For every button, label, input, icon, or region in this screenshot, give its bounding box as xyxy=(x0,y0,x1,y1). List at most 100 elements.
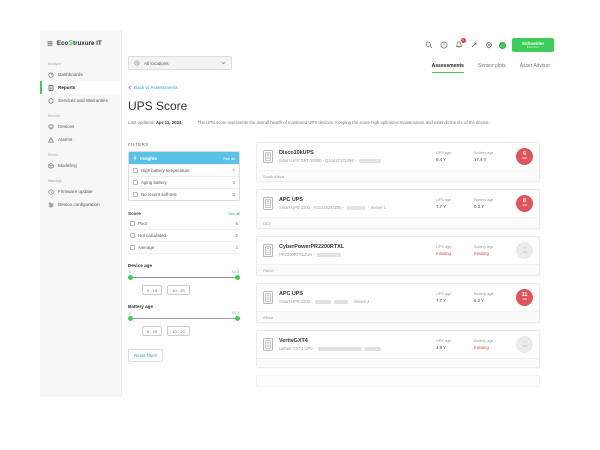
notification-badge: 4 xyxy=(461,38,466,43)
checkbox[interactable] xyxy=(130,245,135,250)
checkbox[interactable] xyxy=(130,233,135,238)
sidebar-item-label: Devices xyxy=(58,124,74,129)
ups-card[interactable]: VertivGXT4 Liebert GXT4 UPS - UPS age xyxy=(256,330,540,368)
ups-age: UPS age 9.4 Y xyxy=(436,151,468,162)
notifications-icon[interactable]: 4 xyxy=(454,41,463,50)
ups-card[interactable]: Disco10kUPS Smart-UPS SRT 10000 - QS1447… xyxy=(256,142,540,182)
filter-count: 3 xyxy=(233,180,235,185)
device-name: APC UPS xyxy=(279,197,430,203)
checkbox[interactable] xyxy=(133,192,138,197)
redacted-text xyxy=(365,347,381,351)
ups-age: UPS age missing xyxy=(436,245,468,256)
ups-device-icon xyxy=(263,150,273,163)
share-icon[interactable] xyxy=(469,41,478,50)
ups-device-icon xyxy=(263,338,273,351)
search-icon[interactable] xyxy=(424,41,433,50)
device-age-filter: Device age 0 54.3 0 - 10 10 xyxy=(128,263,240,295)
filter-high-battery-temperature[interactable]: High battery temperature 7 xyxy=(129,164,239,176)
ups-card[interactable]: APC UPS Smart-UPS 2200 - AS1435243260 - … xyxy=(256,189,540,229)
insight-bolt-icon xyxy=(133,155,137,161)
sidebar-item-dashboards[interactable]: Dashboards xyxy=(40,68,121,81)
menu-icon[interactable] xyxy=(47,41,53,47)
sliders-icon xyxy=(48,202,54,208)
battery-age-preset-0-10[interactable]: 0 - 10 xyxy=(142,326,162,336)
app-window: EcoStruxure IT Analyze Dashboards Report… xyxy=(40,30,560,397)
sidebar-item-label: Firmware update xyxy=(58,189,92,194)
battery-age: Battery age 5.2 Y xyxy=(474,292,506,303)
ups-device-icon xyxy=(263,244,273,257)
chevron-down-icon xyxy=(221,61,226,65)
redacted-text xyxy=(317,253,341,257)
location-selector-value: All locations xyxy=(144,61,169,66)
checkbox[interactable] xyxy=(133,168,138,173)
schneider-electric-logo: Schneider Electric xyxy=(512,38,554,52)
tab-asset-advisor[interactable]: Asset Advisor xyxy=(520,63,550,73)
back-link[interactable]: Back to Assessments xyxy=(128,85,178,90)
device-details: Smart-UPS SRT 10000 - QS1447172496 - xyxy=(279,158,430,163)
filter-score-average[interactable]: Average 2 xyxy=(128,242,240,254)
location-selector[interactable]: All locations xyxy=(128,56,232,70)
score-filter-header: Score See all xyxy=(128,211,240,216)
sidebar-item-alarms[interactable]: Alarms xyxy=(40,133,121,146)
sidebar-item-modeling[interactable]: Modeling xyxy=(40,159,121,172)
checkbox[interactable] xyxy=(130,221,135,226)
settings-gear-icon[interactable] xyxy=(484,41,493,50)
device-age-preset-10-20[interactable]: 10 - 20 xyxy=(167,285,189,295)
filter-score-poor[interactable]: Poor 6 xyxy=(128,218,240,230)
tab-assessments[interactable]: Assessments xyxy=(432,63,464,73)
filter-no-recent-self-test[interactable]: No recent self-test 2 xyxy=(129,188,239,200)
dashboard-icon xyxy=(48,72,54,78)
ups-age: UPS age 7.7 Y xyxy=(436,198,468,209)
ups-card[interactable]: APC UPS Smart-UPS 2200 - - Server 2 xyxy=(256,283,540,323)
device-location: DC1 xyxy=(257,217,539,228)
battery-age-preset-10-20[interactable]: 10 - 20 xyxy=(167,326,189,336)
redacted-text xyxy=(318,347,362,351)
redacted-text xyxy=(359,159,381,163)
tab-sensor-plots[interactable]: Sensor plots xyxy=(478,63,506,73)
sidebar-item-services-warranties[interactable]: Services and Warranties xyxy=(40,94,121,107)
sidebar-item-label: Modeling xyxy=(58,163,77,168)
battery-age-slider[interactable] xyxy=(128,315,240,322)
help-icon[interactable]: ? xyxy=(439,41,448,50)
ups-device-icon xyxy=(263,291,273,304)
svg-text:?: ? xyxy=(442,43,445,48)
ups-card[interactable]: CyberPowerPR2200RTXL PR2200RTXL2UA - UPS… xyxy=(256,236,540,276)
page-body: Back to Assessments UPS Score Last updat… xyxy=(122,30,560,397)
device-name: VertivGXT4 xyxy=(279,338,430,344)
ups-device-icon xyxy=(263,197,273,210)
reset-filters-button[interactable]: Reset filters xyxy=(128,349,163,362)
device-name: APC UPS xyxy=(279,291,430,297)
filter-score-not-calculated[interactable]: Not calculated 2 xyxy=(128,230,240,242)
checkbox[interactable] xyxy=(133,180,138,185)
sidebar-item-devices[interactable]: Devices xyxy=(40,120,121,133)
sidebar-item-label: Alarms xyxy=(58,137,72,142)
filters-heading: FILTERS xyxy=(128,142,240,147)
sidebar-item-device-configuration[interactable]: Device configuration xyxy=(40,198,121,211)
insights-see-all-link[interactable]: See all xyxy=(223,156,235,161)
brand-header: EcoStruxure IT xyxy=(40,38,121,55)
slider-handle-min[interactable] xyxy=(128,316,133,321)
device-age-preset-0-10[interactable]: 0 - 10 xyxy=(142,285,162,295)
sidebar-section-model: Model xyxy=(40,151,121,159)
battery-age: Battery age 17.4 Y xyxy=(474,151,506,162)
score-see-all-link[interactable]: See all xyxy=(228,211,240,216)
battery-age: Battery age missing xyxy=(474,339,506,350)
slider-handle-min[interactable] xyxy=(128,275,133,280)
device-details: Smart-UPS 2200 - - Server 2 xyxy=(279,299,430,304)
shield-icon xyxy=(48,98,54,104)
user-avatar[interactable] xyxy=(499,42,506,49)
slider-handle-max[interactable] xyxy=(235,275,240,280)
score-badge: - /100 xyxy=(516,336,533,353)
last-updated: Last updated: Apr 11, 2024 xyxy=(128,120,182,125)
filter-aging-battery[interactable]: Aging battery 3 xyxy=(129,176,239,188)
slider-handle-max[interactable] xyxy=(235,316,240,321)
ups-score-list: Disco10kUPS Smart-UPS SRT 10000 - QS1447… xyxy=(256,142,540,387)
sidebar-item-firmware-update[interactable]: Firmware update xyxy=(40,185,121,198)
filter-count: 7 xyxy=(233,168,235,173)
device-age-slider[interactable] xyxy=(128,274,240,281)
sidebar-section-analyze: Analyze xyxy=(40,60,121,68)
ups-age: UPS age 7.7 Y xyxy=(436,292,468,303)
filter-count: 2 xyxy=(233,192,235,197)
sidebar-item-reports[interactable]: Reports xyxy=(40,81,121,94)
redacted-text xyxy=(347,206,365,210)
